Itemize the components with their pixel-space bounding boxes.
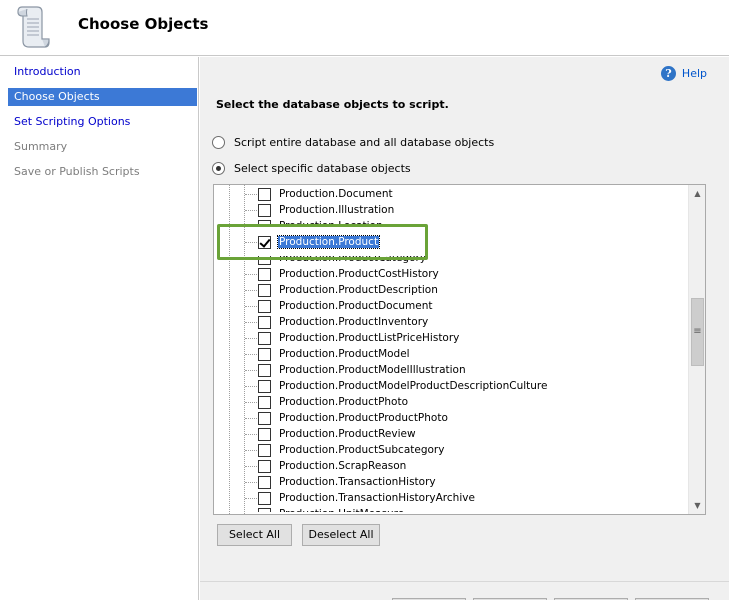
radio-label: Script entire database and all database … [234, 135, 495, 149]
checkbox[interactable] [258, 491, 271, 505]
tree-item[interactable]: Production.TransactionHistoryArchive [245, 490, 688, 506]
tree-item[interactable]: Production.ProductPhoto [245, 394, 688, 410]
checkbox[interactable] [258, 443, 271, 457]
nav-item-choose-objects[interactable]: Choose Objects [8, 88, 197, 106]
deselect-all-button[interactable]: Deselect All [302, 524, 380, 546]
radio-label: Select specific database objects [234, 161, 411, 175]
tree-item-label: Production.ProductDescription [279, 284, 438, 296]
help-link[interactable]: ? Help [660, 65, 707, 81]
tree-item-label: Production.ProductModelIllustration [279, 364, 466, 376]
tree-item-label: Production.Illustration [279, 204, 395, 216]
checkbox[interactable] [258, 283, 271, 297]
radio-script-entire-database[interactable]: Script entire database and all database … [212, 134, 494, 150]
select-all-button[interactable]: Select All [217, 524, 292, 546]
nav-item-summary: Summary [14, 140, 68, 153]
tree-item[interactable]: Production.ProductModelIllustration [245, 362, 688, 378]
tree-connector [245, 450, 257, 451]
tree-connector [245, 274, 257, 275]
radio-select-specific-objects[interactable]: Select specific database objects [212, 160, 411, 176]
instruction-text: Select the database objects to script. [216, 98, 449, 111]
wizard-footer [200, 581, 729, 600]
checkbox[interactable] [258, 267, 271, 281]
scroll-icon [17, 6, 50, 48]
tree-item-label: Production.ProductDocument [279, 300, 433, 312]
checkbox[interactable] [258, 379, 271, 393]
tree-item-label: Production.ProductCostHistory [279, 268, 439, 280]
callout-highlight [217, 224, 428, 260]
wizard-nav: Introduction Choose Objects Set Scriptin… [0, 57, 199, 600]
tree-item[interactable]: Production.ProductModel [245, 346, 688, 362]
checkbox[interactable] [258, 299, 271, 313]
tree-connector [245, 210, 257, 211]
nav-item-set-scripting-options[interactable]: Set Scripting Options [8, 113, 197, 131]
checkbox[interactable] [258, 475, 271, 489]
tree-item[interactable]: Production.ProductDocument [245, 298, 688, 314]
main-panel: ? Help Select the database objects to sc… [200, 57, 729, 600]
scroll-up-arrow-icon[interactable]: ▲ [689, 185, 705, 202]
tree-connector [245, 306, 257, 307]
tree-item-label: Production.TransactionHistory [279, 476, 436, 488]
checkbox[interactable] [258, 427, 271, 441]
tree-item-label: Production.ProductReview [279, 428, 416, 440]
tree-item-label: Production.ProductModel [279, 348, 410, 360]
page-title: Choose Objects [78, 15, 209, 33]
wizard-header: Choose Objects [0, 0, 729, 56]
tree-item[interactable]: Production.ProductDescription [245, 282, 688, 298]
tree-item[interactable]: Production.ProductSubcategory [245, 442, 688, 458]
tree-connector [245, 434, 257, 435]
checkbox[interactable] [258, 331, 271, 345]
tree-item[interactable]: Production.ProductCostHistory [245, 266, 688, 282]
nav-item-save-or-publish: Save or Publish Scripts [14, 165, 140, 178]
tree-item-label: Production.UnitMeasure [279, 508, 405, 515]
checkbox[interactable] [258, 203, 271, 217]
tree-connector [245, 514, 257, 515]
checkbox[interactable] [258, 315, 271, 329]
tree-item-label: Production.ProductListPriceHistory [279, 332, 460, 344]
checkbox[interactable] [258, 411, 271, 425]
radio-button-checked[interactable] [212, 161, 225, 175]
tree-item[interactable]: Production.Document [245, 186, 688, 202]
tree-item-label: Production.ProductInventory [279, 316, 429, 328]
tree-item[interactable]: Production.ProductProductPhoto [245, 410, 688, 426]
tree-item[interactable]: Production.ScrapReason [245, 458, 688, 474]
tree-item-label: Production.ProductProductPhoto [279, 412, 448, 424]
tree-item[interactable]: Production.ProductModelProductDescriptio… [245, 378, 688, 394]
tree-connector [245, 482, 257, 483]
tree-connector [245, 402, 257, 403]
scroll-down-arrow-icon[interactable]: ▼ [689, 497, 705, 514]
tree-connector [245, 386, 257, 387]
tree-item[interactable]: Production.TransactionHistory [245, 474, 688, 490]
radio-button[interactable] [212, 135, 225, 149]
tree-item-label: Production.ProductSubcategory [279, 444, 445, 456]
tree-item-label: Production.ProductPhoto [279, 396, 409, 408]
tree-item[interactable]: Production.ProductInventory [245, 314, 688, 330]
tree-item[interactable]: Production.Illustration [245, 202, 688, 218]
checkbox[interactable] [258, 395, 271, 409]
checkbox[interactable] [258, 347, 271, 361]
checkbox[interactable] [258, 363, 271, 377]
tree-item[interactable]: Production.ProductListPriceHistory [245, 330, 688, 346]
tree-item-label: Production.ProductModelProductDescriptio… [279, 380, 548, 392]
tree-item[interactable]: Production.UnitMeasure [258, 506, 688, 515]
checkbox[interactable] [258, 187, 271, 201]
checkbox[interactable] [258, 459, 271, 473]
help-label: Help [681, 66, 707, 80]
scroll-thumb[interactable]: ≡ [691, 298, 704, 366]
tree-connector [245, 194, 257, 195]
tree-scrollbar[interactable]: ▲ ≡ ▼ [688, 185, 705, 514]
tree-item[interactable]: Production.ProductReview [245, 426, 688, 442]
tree-connector [245, 322, 257, 323]
tree-connector [245, 466, 257, 467]
tree-connector [245, 418, 257, 419]
tree-item-label: Production.TransactionHistoryArchive [279, 492, 475, 504]
tree-connector [245, 498, 257, 499]
tree-item-label: Production.Document [279, 188, 393, 200]
tree-connector [245, 338, 257, 339]
tree-connector [245, 290, 257, 291]
tree-connector [245, 354, 257, 355]
help-icon: ? [660, 65, 676, 81]
tree-connector [245, 370, 257, 371]
nav-item-introduction[interactable]: Introduction [8, 63, 197, 81]
tree-item-label: Production.ScrapReason [279, 460, 407, 472]
